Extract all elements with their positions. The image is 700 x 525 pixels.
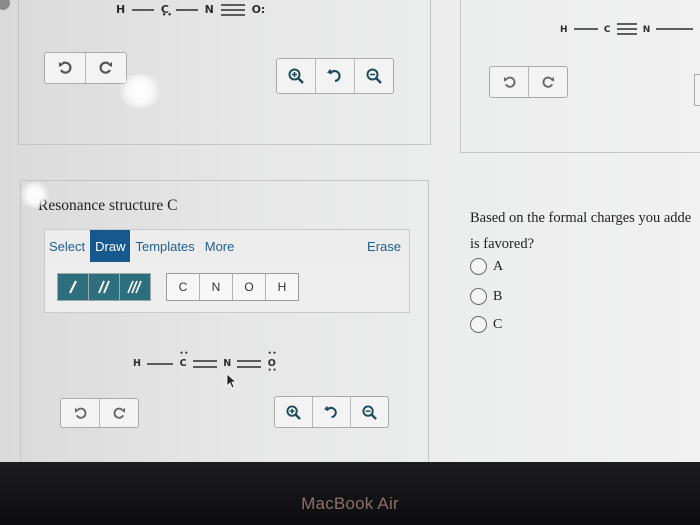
corner-badge-icon <box>0 0 10 10</box>
question-line-2: is favored? <box>470 236 535 252</box>
question-line-1: Based on the formal charges you adde <box>470 210 692 226</box>
atom-n[interactable]: N <box>205 3 214 16</box>
lone-pair-top: •• <box>267 350 278 357</box>
redo-icon[interactable] <box>529 67 567 97</box>
molecule-b: H C N <box>560 22 694 36</box>
screen-glare <box>20 182 50 208</box>
single-bond-icon[interactable] <box>58 274 89 300</box>
erase-button[interactable]: Erase <box>362 230 409 262</box>
screen: H C •• •• N O: H C <box>0 0 700 462</box>
atom-button-o[interactable]: O <box>233 274 266 300</box>
laptop-bezel: MacBook Air <box>0 462 700 525</box>
tab-draw[interactable]: Draw <box>90 230 131 262</box>
bond-buttons <box>57 273 151 301</box>
radio-c[interactable] <box>470 316 487 333</box>
atom-n[interactable]: N <box>643 25 651 35</box>
zoom-group-a <box>276 58 394 94</box>
redo-icon[interactable] <box>86 53 126 83</box>
zoom-out-icon[interactable] <box>351 397 388 427</box>
screen-glare <box>118 74 162 108</box>
molecule-a: H C •• •• N O: <box>116 0 266 19</box>
zoom-in-icon[interactable] <box>277 59 316 93</box>
option-a-label: A <box>493 258 504 274</box>
option-c[interactable]: C <box>470 316 502 333</box>
atom-button-n[interactable]: N <box>200 274 233 300</box>
lone-pair-top: •• <box>179 350 190 357</box>
atom-button-h[interactable]: H <box>266 274 298 300</box>
panel-c-title: Resonance structure C <box>38 197 178 214</box>
reset-zoom-icon[interactable] <box>316 59 355 93</box>
option-c-label: C <box>493 316 503 332</box>
atom-c[interactable]: C <box>604 25 611 35</box>
atom-n[interactable]: N <box>223 358 231 369</box>
atom-o[interactable]: O: <box>252 3 266 16</box>
question-text: Based on the formal charges you adde is … <box>470 205 691 257</box>
atom-buttons: C N O H <box>166 273 299 301</box>
atom-h[interactable]: H <box>560 25 568 35</box>
atom-h[interactable]: H <box>133 358 141 369</box>
undo-icon[interactable] <box>61 399 100 427</box>
lone-pair-bottom: •• <box>161 11 173 19</box>
reset-zoom-icon[interactable] <box>313 397 351 427</box>
toolbar-tabs: Select Draw Templates More Erase <box>44 229 410 263</box>
brand-label: MacBook Air <box>301 494 399 513</box>
zoom-group-b-edge <box>694 74 700 106</box>
lone-pair-bottom: •• <box>267 367 278 374</box>
mouse-cursor-icon <box>226 373 238 389</box>
tab-more[interactable]: More <box>200 230 240 262</box>
zoom-group-c <box>274 396 389 428</box>
tab-select[interactable]: Select <box>45 230 90 262</box>
undo-redo-group-b <box>489 66 568 98</box>
zoom-in-icon[interactable] <box>275 397 313 427</box>
tab-templates[interactable]: Templates <box>130 230 199 262</box>
undo-redo-group-c <box>60 398 139 428</box>
option-b-label: B <box>493 288 503 304</box>
atom-button-c[interactable]: C <box>167 274 200 300</box>
zoom-out-icon[interactable] <box>355 59 393 93</box>
radio-b[interactable] <box>470 288 487 305</box>
undo-icon[interactable] <box>45 53 86 83</box>
redo-icon[interactable] <box>100 399 138 427</box>
draw-tool-row: C N O H <box>44 262 410 313</box>
atom-h[interactable]: H <box>116 3 125 16</box>
atom-o[interactable]: O •• •• <box>268 350 277 374</box>
lone-pair-top: •• <box>162 0 173 2</box>
undo-icon[interactable] <box>490 67 529 97</box>
undo-redo-group-a <box>44 52 127 84</box>
double-bond-icon[interactable] <box>89 274 120 300</box>
option-a[interactable]: A <box>470 258 503 275</box>
atom-c[interactable]: C •• <box>180 350 189 369</box>
atom-c[interactable]: C •• •• <box>161 0 172 19</box>
radio-a[interactable] <box>470 258 487 275</box>
molecule-c: H C •• N O •• •• <box>133 350 277 374</box>
triple-bond-icon[interactable] <box>120 274 150 300</box>
option-b[interactable]: B <box>470 288 502 305</box>
